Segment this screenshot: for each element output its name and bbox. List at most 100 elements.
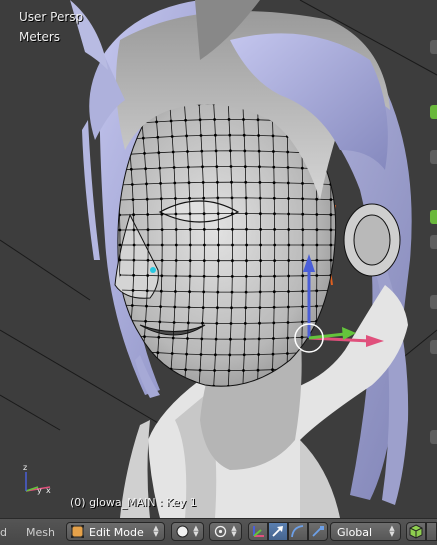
3d-viewport[interactable]: x y z User Persp Meters (0) glowa_MAIN :… <box>0 0 437 518</box>
mesh-vertex <box>145 197 149 201</box>
manipulator-toggle[interactable] <box>248 522 268 541</box>
mesh-vertex <box>244 180 248 184</box>
mesh-vertex <box>273 243 277 247</box>
mesh-vertex <box>315 304 318 308</box>
mesh-vertex <box>315 197 319 201</box>
mesh-vertex <box>183 383 186 387</box>
toolshelf-tab-3[interactable] <box>430 150 437 164</box>
mesh-vertex <box>227 369 231 372</box>
menu-mesh[interactable]: Mesh <box>26 526 55 539</box>
mesh-vertex <box>171 336 175 340</box>
mesh-vertex <box>184 118 188 122</box>
mesh-vertex <box>329 213 333 217</box>
mesh-vertex <box>202 228 206 231</box>
mesh-vertex <box>329 289 333 292</box>
toolshelf-tab-1[interactable] <box>430 40 437 54</box>
mesh-vertex <box>301 212 305 216</box>
mesh-vertex <box>215 322 219 325</box>
mesh-vertex <box>258 290 262 294</box>
mesh-vertex <box>216 212 220 216</box>
mesh-vertex <box>169 119 173 123</box>
cube-icon <box>409 524 423 539</box>
mesh-vertex <box>344 169 347 172</box>
mesh-vertex <box>144 167 148 171</box>
mesh-vertex <box>160 259 164 262</box>
mesh-vertex <box>145 182 148 186</box>
mesh-vertex <box>287 274 290 278</box>
mesh-vertex <box>146 243 150 247</box>
mesh-vertex <box>230 290 234 294</box>
menu-cut-label[interactable]: d <box>0 526 7 539</box>
mesh-vertex <box>132 258 136 262</box>
mesh-vertex <box>173 181 177 185</box>
mesh-vertex <box>186 150 189 153</box>
mode-selector[interactable]: Edit Mode ▲ ▼ <box>66 522 165 541</box>
mesh-vertex <box>315 228 319 232</box>
mesh-vertex <box>145 304 148 308</box>
mesh-vertex <box>329 319 333 323</box>
mesh-vertex <box>242 118 245 121</box>
mesh-vertex <box>157 335 161 339</box>
toolshelf-tab-6[interactable] <box>430 295 437 309</box>
mesh-vertex <box>273 212 276 216</box>
mesh-vertex <box>199 353 203 356</box>
mesh-vertex <box>271 368 274 372</box>
toolshelf-tab-4[interactable] <box>430 210 437 224</box>
scale-manipulator-button[interactable] <box>308 522 328 541</box>
mesh-vertex <box>257 134 260 137</box>
mesh-vertex <box>300 320 304 324</box>
mesh-vertex <box>159 182 163 185</box>
solid-shading-icon <box>176 525 189 538</box>
mesh-vertex <box>201 321 204 325</box>
mesh-vertex <box>143 152 146 155</box>
viewport-header: d Mesh Edit Mode ▲ ▼ ▲ ▼ ▲ ▼ Global ▲ ▼ <box>0 518 437 545</box>
mesh-vertex <box>257 353 260 356</box>
mesh-vertex <box>230 275 234 278</box>
mesh-vertex <box>173 305 177 309</box>
layer-toggle-button[interactable] <box>406 522 426 541</box>
mesh-vertex <box>174 212 178 216</box>
mesh-vertex <box>344 274 347 277</box>
mesh-vertex <box>286 321 290 324</box>
mesh-vertex <box>245 243 249 247</box>
mesh-vertex <box>257 149 261 153</box>
mesh-vertex <box>118 243 122 247</box>
translate-arrow-icon <box>272 526 283 537</box>
toolshelf-tab-8[interactable] <box>430 430 437 444</box>
toolshelf-tab-2[interactable] <box>430 105 437 119</box>
mesh-vertex <box>174 197 177 200</box>
mesh-vertex <box>156 135 160 139</box>
translate-manipulator-button[interactable] <box>268 522 288 541</box>
layer-toggle-button-2[interactable] <box>426 522 437 541</box>
pivot-point-selector[interactable]: ▲ ▼ <box>209 522 242 541</box>
dropdown-arrows-icon: ▲ ▼ <box>193 524 199 538</box>
mesh-vertex <box>287 290 290 293</box>
dropdown-arrows-icon: ▲ ▼ <box>231 524 237 538</box>
mesh-vertex <box>170 135 174 138</box>
mesh-vertex <box>315 258 319 262</box>
mesh-vertex <box>158 320 162 324</box>
mesh-vertex <box>187 305 191 309</box>
viewport-shading-selector[interactable]: ▲ ▼ <box>171 522 204 541</box>
mesh-vertex <box>286 181 290 185</box>
mesh-vertex <box>201 181 205 184</box>
rotate-manipulator-button[interactable] <box>288 522 308 541</box>
mesh-vertex <box>287 212 290 216</box>
mesh-vertex <box>259 259 262 262</box>
mesh-vertex <box>242 369 245 372</box>
mesh-vertex <box>214 133 217 137</box>
toolshelf-tab-5[interactable] <box>430 235 437 249</box>
mesh-vertex <box>259 228 262 231</box>
toolshelf-tab-7[interactable] <box>430 340 437 354</box>
transform-orientation-selector[interactable]: Global ▲ ▼ <box>330 522 401 541</box>
edit-mode-icon <box>71 525 84 538</box>
mesh-vertex <box>214 149 218 153</box>
mesh-vertex <box>213 118 217 121</box>
mesh-vertex <box>230 306 233 310</box>
mesh-vertex <box>146 213 150 216</box>
mesh-vertex <box>203 243 206 247</box>
mesh-vertex <box>243 165 247 169</box>
mesh-vertex <box>329 349 332 353</box>
mesh-vertex <box>188 259 192 262</box>
units-label: Meters <box>19 30 61 44</box>
